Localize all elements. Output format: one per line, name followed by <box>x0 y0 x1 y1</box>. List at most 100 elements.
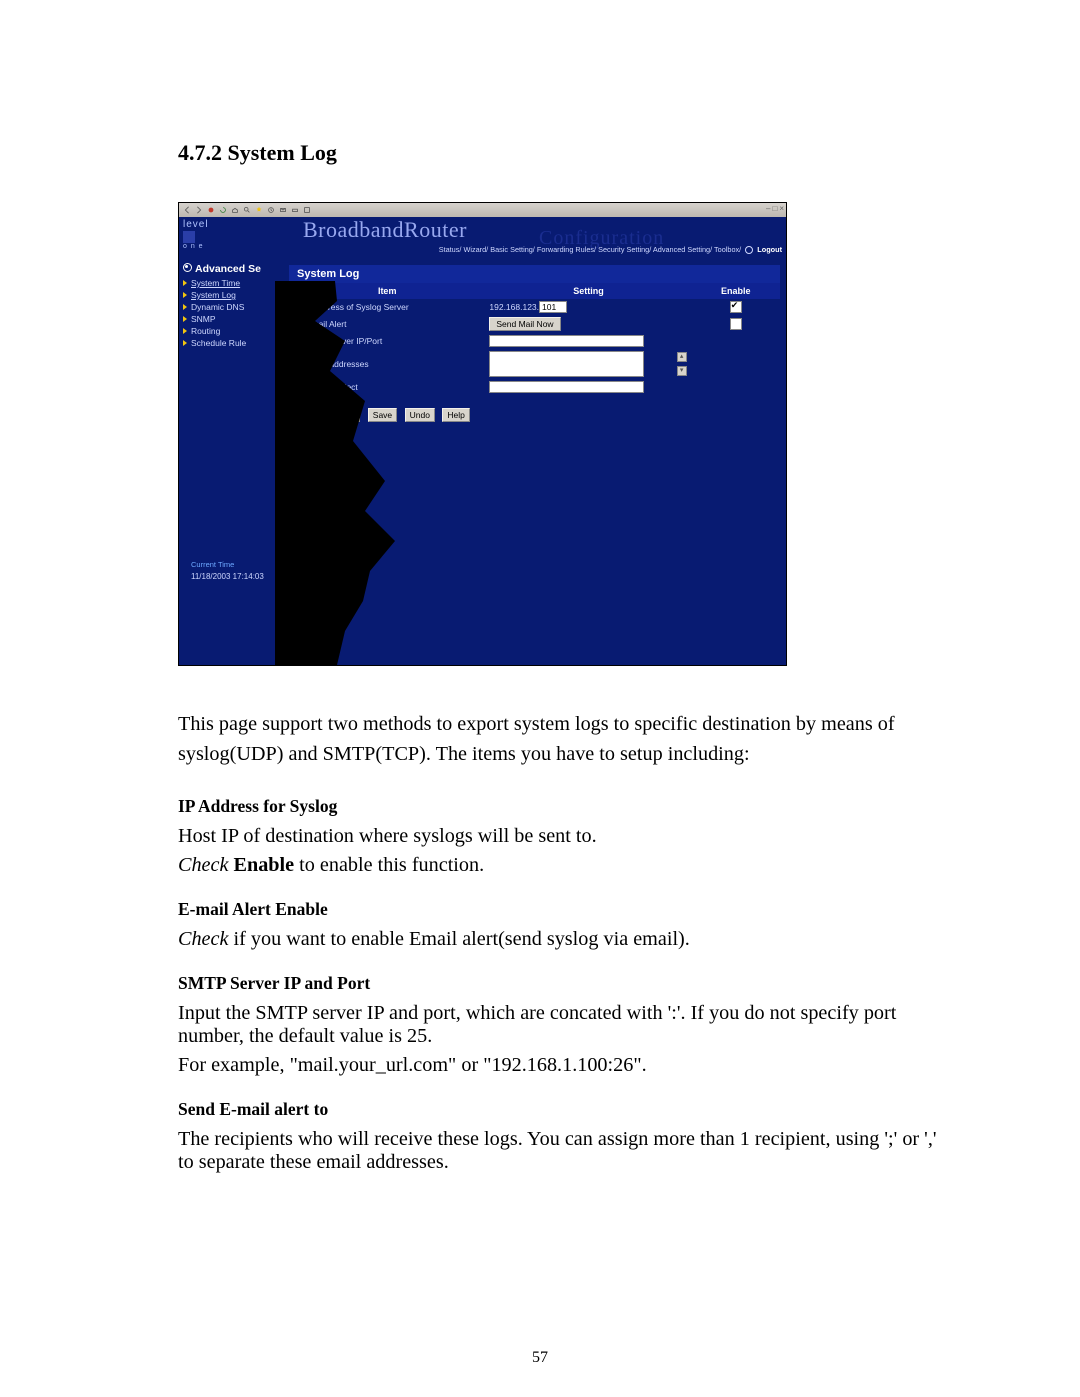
settings-table: Item Setting Enable IP Address of Syslog… <box>289 283 780 395</box>
main-header: System Log <box>289 265 780 283</box>
intro-paragraph-block: This page support two methods to export … <box>178 710 940 770</box>
sidebar-item-schedule-rule[interactable]: Schedule Rule <box>179 337 303 349</box>
item-line: Input the SMTP server IP and port, which… <box>178 1002 940 1048</box>
print-icon[interactable] <box>291 206 299 214</box>
timestamp: 11/18/2003 17:14:03 <box>191 572 264 581</box>
crumb-toolbox[interactable]: Toolbox/ <box>714 245 741 254</box>
item-line: Host IP of destination where syslogs wil… <box>178 825 940 848</box>
edit-icon[interactable] <box>303 206 311 214</box>
triangle-icon <box>183 280 187 286</box>
crumb-wizard[interactable]: Wizard/ <box>463 245 488 254</box>
button-row: View Log… Save Undo Help <box>289 405 780 423</box>
logout-dot-icon <box>745 246 753 254</box>
row-email-alert-label: E-mail Alert <box>289 315 485 333</box>
row-label-text: E-mail Alert <box>303 319 346 329</box>
row-label-text: E-mail Subject <box>303 382 358 392</box>
view-log-button[interactable]: View Log… <box>303 408 360 422</box>
help-button[interactable]: Help <box>442 408 469 422</box>
col-enable: Enable <box>692 283 780 299</box>
crumb-security[interactable]: Security Setting/ <box>598 245 651 254</box>
email-addresses-wrap: ▴▾ <box>489 351 687 377</box>
tail-text: if you want to enable Email alert(send s… <box>228 928 689 950</box>
item-block-1: IP Address for Syslog Host IP of destina… <box>178 796 940 877</box>
sidebar-item-dynamic-dns[interactable]: Dynamic DNS <box>179 301 303 313</box>
email-subject-input[interactable] <box>489 381 644 393</box>
minimize-icon[interactable]: – <box>766 204 770 214</box>
row-subject-setting <box>485 379 691 395</box>
marker-icon <box>295 383 299 389</box>
save-button[interactable]: Save <box>368 408 397 422</box>
crumb-status[interactable]: Status/ <box>439 245 462 254</box>
maximize-icon[interactable]: □ <box>772 204 777 214</box>
sidebar-item-snmp[interactable]: SNMP <box>179 313 303 325</box>
close-icon[interactable]: × <box>779 204 784 214</box>
nav-fwd-icon[interactable] <box>195 206 203 214</box>
home-icon[interactable] <box>231 206 239 214</box>
crumb-basic[interactable]: Basic Setting/ <box>490 245 535 254</box>
browser-toolbar: – □ × <box>179 203 786 217</box>
email-enable-checkbox[interactable] <box>730 318 742 330</box>
item-block-4: Send E-mail alert to The recipients who … <box>178 1099 940 1174</box>
undo-button[interactable]: Undo <box>405 408 435 422</box>
sidebar-item-system-time[interactable]: System Time <box>179 277 303 289</box>
textarea-scrollbar[interactable]: ▴▾ <box>677 352 687 376</box>
row-syslog-ip-setting: 192.168.123. <box>485 299 691 315</box>
sidebar: Advanced Se System Time System Log Dynam… <box>179 261 303 349</box>
sidebar-item-routing[interactable]: Routing <box>179 325 303 337</box>
item-heading: E-mail Alert Enable <box>178 899 940 920</box>
crumb-forwarding[interactable]: Forwarding Rules/ <box>537 245 596 254</box>
syslog-enable-checkbox[interactable] <box>730 301 742 313</box>
row-label-text: SMTP Server IP/Port <box>303 336 382 346</box>
router-screenshot: – □ × level o n e BroadbandRouter Config… <box>178 202 787 666</box>
fav-icon[interactable] <box>255 206 263 214</box>
item-heading: IP Address for Syslog <box>178 796 940 817</box>
ip-prefix: 192.168.123. <box>489 302 539 312</box>
row-smtp-label: SMTP Server IP/Port <box>289 333 485 349</box>
page-number: 57 <box>0 1349 1080 1367</box>
section-heading: 4.7.2 System Log <box>178 140 940 166</box>
marker-icon <box>295 319 299 325</box>
item-line: Check if you want to enable Email alert(… <box>178 928 940 951</box>
search-icon[interactable] <box>243 206 251 214</box>
triangle-icon <box>183 316 187 322</box>
document-page: 4.7.2 System Log – □ × <box>0 0 1080 1397</box>
brand-one: o n e <box>183 243 209 250</box>
scroll-up-icon[interactable]: ▴ <box>677 352 687 362</box>
item-heading: Send E-mail alert to <box>178 1099 940 1120</box>
nav-back-icon[interactable] <box>183 206 191 214</box>
crumb-advanced[interactable]: Advanced Setting/ <box>653 245 712 254</box>
scroll-down-icon[interactable]: ▾ <box>677 366 687 376</box>
sidebar-header-text: Advanced Se <box>195 263 261 275</box>
row-syslog-ip-label: IP Address of Syslog Server <box>289 299 485 315</box>
triangle-icon <box>183 292 187 298</box>
sidebar-item-label: SNMP <box>191 314 216 324</box>
row-emails-setting: ▴▾ <box>485 349 691 379</box>
row-label-text: IP Address of Syslog Server <box>303 302 409 312</box>
triangle-icon <box>183 328 187 334</box>
sidebar-item-label: System Time <box>191 278 240 288</box>
window-controls[interactable]: – □ × <box>766 204 784 214</box>
mail-icon[interactable] <box>279 206 287 214</box>
brand-level: level <box>183 219 209 230</box>
italic-text: Check <box>178 854 234 876</box>
brand-box-icon <box>183 231 195 243</box>
history-icon[interactable] <box>267 206 275 214</box>
syslog-ip-input[interactable] <box>539 301 567 313</box>
sidebar-item-system-log[interactable]: System Log <box>179 289 303 301</box>
send-mail-now-button[interactable]: Send Mail Now <box>489 317 560 331</box>
row-syslog-ip-enable <box>692 299 780 315</box>
table-row: E-mail Alert Send Mail Now <box>289 315 780 333</box>
item-line: The recipients who will receive these lo… <box>178 1128 940 1174</box>
email-addresses-textarea[interactable] <box>489 351 644 377</box>
main-panel: System Log Item Setting Enable IP Addres… <box>289 265 780 423</box>
row-email-alert-enable <box>692 315 780 333</box>
refresh-icon[interactable] <box>219 206 227 214</box>
row-emails-label: E-mail addresses <box>289 349 485 379</box>
row-label-text: E-mail addresses <box>303 359 369 369</box>
row-subject-label: E-mail Subject <box>289 379 485 395</box>
intro-paragraph: This page support two methods to export … <box>178 710 940 770</box>
stop-icon[interactable] <box>207 206 215 214</box>
smtp-server-input[interactable] <box>489 335 644 347</box>
logout-link[interactable]: Logout <box>757 245 782 254</box>
table-header-row: Item Setting Enable <box>289 283 780 299</box>
